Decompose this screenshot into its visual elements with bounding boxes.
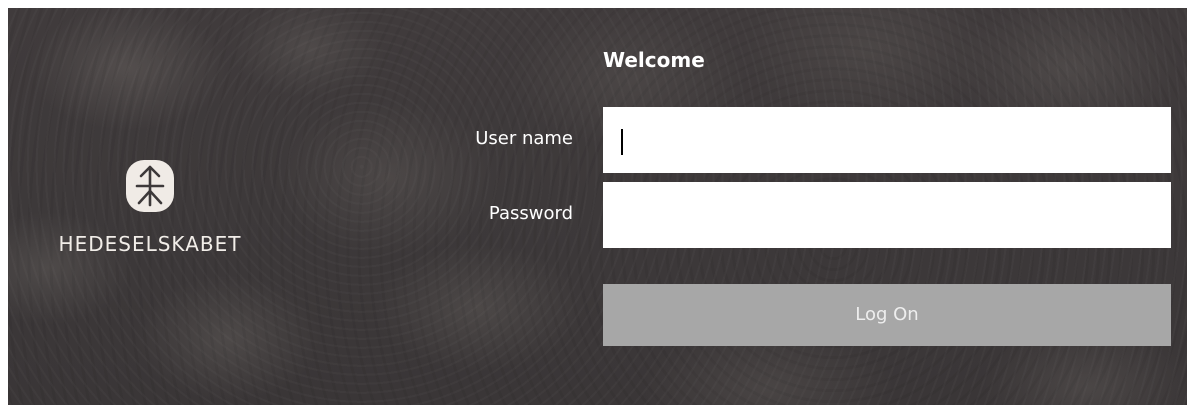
text-caret	[621, 129, 623, 155]
username-input[interactable]	[603, 107, 1171, 173]
password-label: Password	[488, 203, 573, 224]
tree-arrow-emblem-icon	[124, 158, 176, 214]
brand-wordmark: HEDESELSKABET	[58, 232, 242, 256]
log-on-button[interactable]: Log On	[603, 284, 1171, 346]
username-label: User name	[475, 128, 573, 149]
password-input[interactable]	[603, 182, 1171, 248]
login-screen: HEDESELSKABET Welcome User name Password…	[8, 8, 1187, 405]
brand-logo: HEDESELSKABET	[20, 158, 280, 268]
welcome-heading: Welcome	[603, 48, 705, 72]
